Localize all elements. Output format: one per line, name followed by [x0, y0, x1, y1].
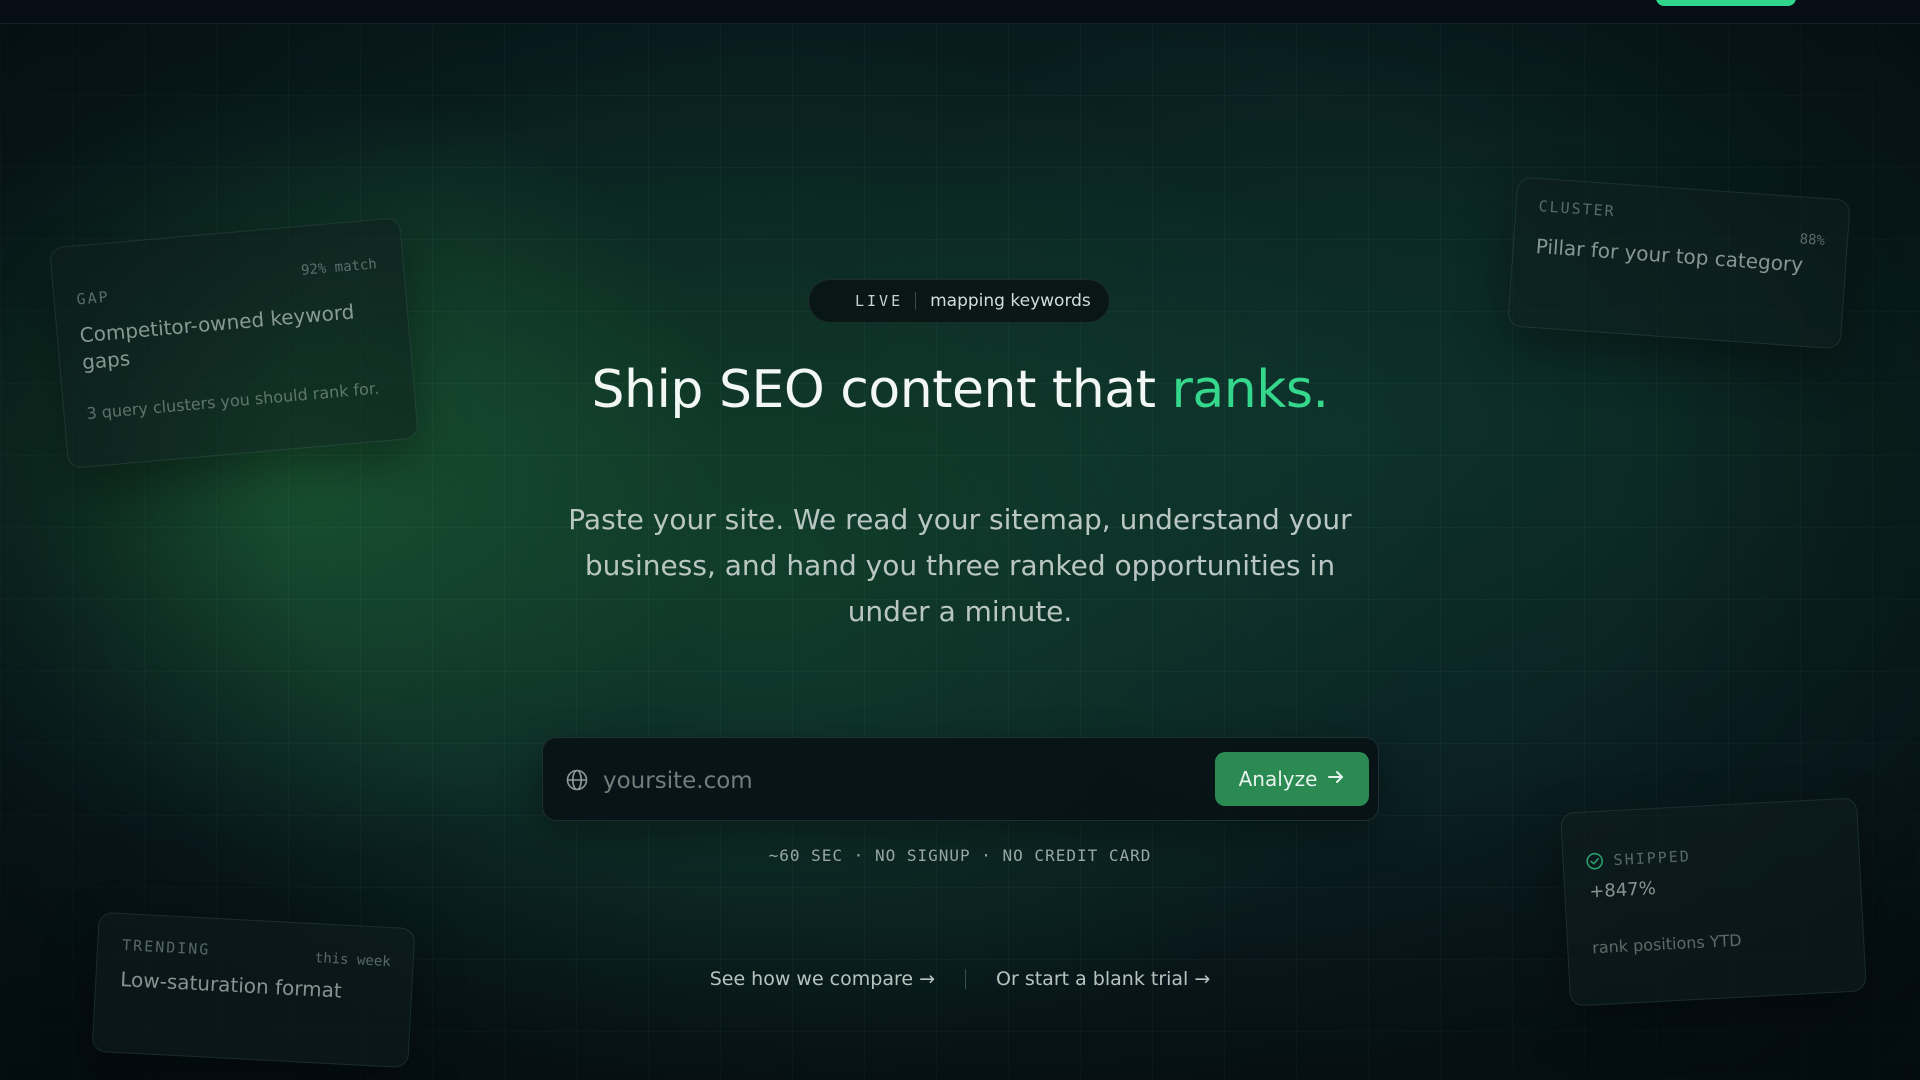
- top-nav-bar: [0, 0, 1920, 24]
- headline-main: Ship SEO content that: [591, 360, 1172, 420]
- pill-divider: [915, 292, 917, 310]
- globe-icon: [565, 768, 589, 792]
- analyze-button-label: Analyze: [1238, 767, 1318, 791]
- gap-card: GAP 92% match Competitor-owned keyword g…: [48, 217, 420, 469]
- analyze-button[interactable]: Analyze: [1215, 752, 1369, 806]
- compare-link[interactable]: See how we compare →: [710, 968, 935, 990]
- cluster-card-tag: CLUSTER: [1538, 197, 1617, 221]
- page-subtitle: Paste your site. We read your sitemap, u…: [568, 503, 1352, 628]
- trial-fineprint: ~60 SEC · NO SIGNUP · NO CREDIT CARD: [768, 846, 1152, 865]
- secondary-links: See how we compare → Or start a blank tr…: [0, 968, 1920, 990]
- page-title: Ship SEO content that ranks.: [0, 360, 1920, 420]
- live-status-pill: LIVE mapping keywords: [808, 279, 1110, 323]
- gap-card-match: 92% match: [300, 256, 378, 279]
- trending-card: TRENDING this week Low-saturation format: [91, 911, 416, 1069]
- trending-card-tag: TRENDING: [121, 936, 211, 959]
- gap-card-tag: GAP: [75, 287, 111, 309]
- cluster-card-title: Pillar for your top category: [1535, 234, 1804, 277]
- live-label: LIVE: [855, 292, 904, 310]
- url-analyze-form: Analyze: [542, 737, 1379, 821]
- arrow-right-icon: [1327, 767, 1345, 792]
- live-status-text: mapping keywords: [930, 291, 1091, 311]
- cluster-card-score: 88%: [1799, 231, 1826, 250]
- top-cta-button[interactable]: [1656, 0, 1796, 6]
- headline-accent: ranks.: [1171, 360, 1329, 420]
- shipped-card-value: +847%: [1588, 878, 1657, 903]
- links-divider: [965, 969, 967, 989]
- shipped-card-subtitle: rank positions YTD: [1591, 930, 1743, 958]
- site-url-input[interactable]: [601, 756, 1145, 806]
- landing-hero: GAP 92% match Competitor-owned keyword g…: [0, 0, 1920, 1080]
- cluster-card: CLUSTER 88% Pillar for your top category: [1507, 176, 1851, 350]
- blank-trial-link[interactable]: Or start a blank trial →: [996, 968, 1210, 990]
